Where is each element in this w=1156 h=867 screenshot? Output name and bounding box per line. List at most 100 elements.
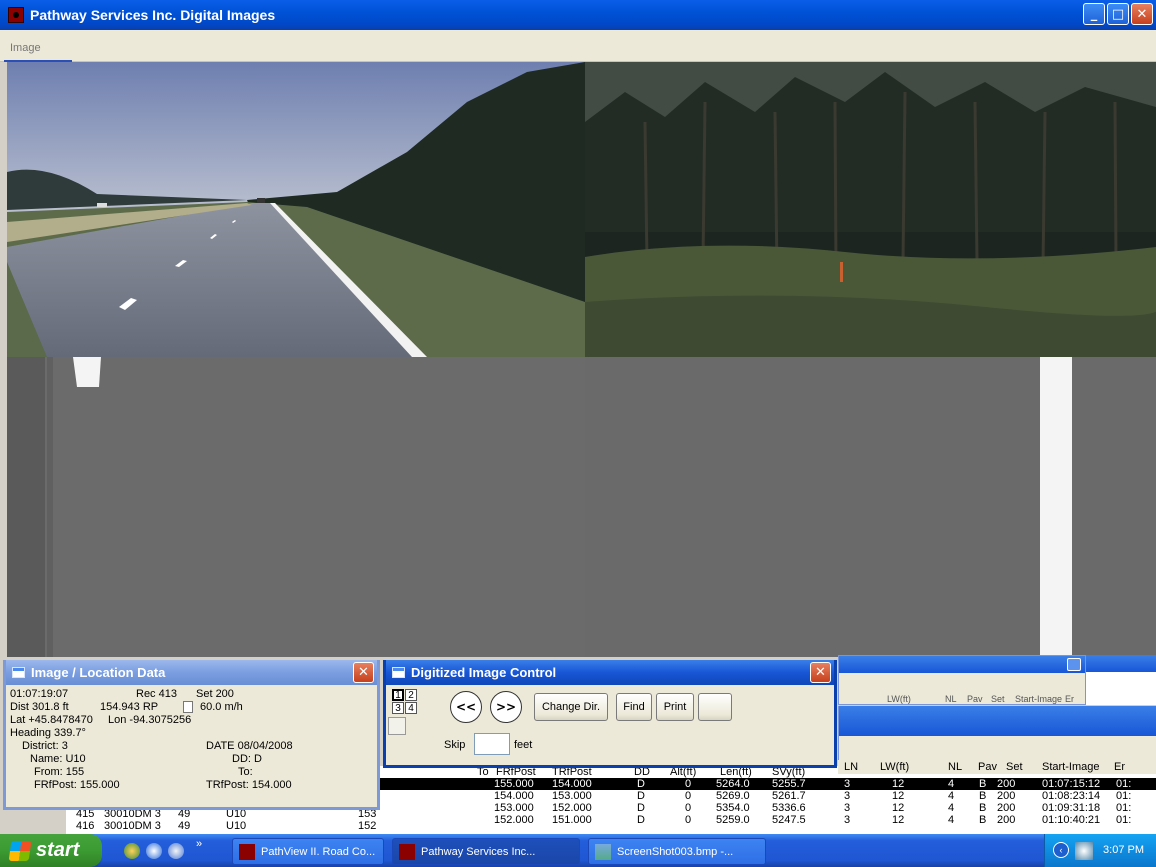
browser-icon[interactable] bbox=[168, 843, 184, 859]
list-item[interactable]: 416 30010DM 3 49 U10 152 bbox=[66, 820, 386, 832]
table-header-right: LN LW(ft) NL Pav Set Start-Image Er bbox=[838, 760, 1156, 774]
cell-svy: 5255.7 bbox=[772, 778, 806, 790]
taskbar: start » PathView II. Road Co... Pathway … bbox=[0, 834, 1156, 867]
tray-expand-icon[interactable]: ‹ bbox=[1053, 842, 1069, 858]
background-table-window bbox=[838, 706, 1156, 766]
skip-label: Skip bbox=[444, 739, 466, 751]
cell-dd: D bbox=[637, 802, 645, 814]
task-screenshot[interactable]: ScreenShot003.bmp -... bbox=[588, 838, 766, 865]
cell-pav: B bbox=[979, 778, 987, 790]
cell-svy: 5247.5 bbox=[772, 814, 806, 826]
print-button[interactable]: Print bbox=[656, 693, 694, 721]
cell-svy: 5261.7 bbox=[772, 790, 806, 802]
heading-value: Heading 339.7° bbox=[10, 727, 86, 739]
side-view-image[interactable] bbox=[585, 62, 1156, 357]
skip-input[interactable] bbox=[474, 733, 510, 755]
cell-trf: 153.000 bbox=[552, 790, 592, 802]
maximize-button[interactable]: □ bbox=[1107, 3, 1129, 25]
change-direction-button[interactable]: Change Dir. bbox=[534, 693, 608, 721]
cell-dd: D bbox=[637, 814, 645, 826]
task-pathview[interactable]: PathView II. Road Co... bbox=[232, 838, 384, 865]
cell-nl: 4 bbox=[948, 778, 955, 790]
cell-alt: 0 bbox=[685, 814, 692, 826]
table-row[interactable]: 152.000 151.000 D 0 5259.0 5247.5 3 12 4… bbox=[380, 814, 1156, 826]
pavement-right-image[interactable] bbox=[585, 357, 1156, 657]
task-label: Pathway Services Inc... bbox=[421, 845, 536, 858]
from-value: From: 155 bbox=[34, 766, 85, 778]
cell-nl: 4 bbox=[948, 790, 955, 802]
bg-col-lw: LW(ft) bbox=[887, 694, 911, 704]
table-row[interactable]: 154.000 153.000 D 0 5269.0 5261.7 3 12 4… bbox=[380, 790, 1156, 802]
record-list[interactable]: 415 30010DM 3 49 U10 153 416 30010DM 3 4… bbox=[66, 808, 386, 834]
cell-frf: 154.000 bbox=[494, 790, 534, 802]
cell-name: U10 bbox=[226, 820, 247, 832]
next-image-button[interactable]: >> bbox=[490, 691, 522, 723]
cell-dd: D bbox=[637, 778, 645, 790]
task-label: ScreenShot003.bmp -... bbox=[617, 845, 734, 858]
window-icon bbox=[392, 667, 405, 678]
camera-4-button[interactable]: 4 bbox=[405, 702, 417, 714]
cell-ln: 3 bbox=[844, 790, 851, 802]
camera-2-button[interactable]: 2 bbox=[405, 689, 417, 701]
pavement-left-image[interactable] bbox=[7, 357, 585, 657]
find-button[interactable]: Find bbox=[616, 693, 652, 721]
table-row[interactable]: 155.000 154.000 D 0 5264.0 5255.7 3 12 4… bbox=[380, 778, 1156, 790]
forward-view-image[interactable] bbox=[7, 62, 585, 357]
time-value: 01:07:19:07 bbox=[10, 688, 69, 700]
control-window-titlebar[interactable]: Digitized Image Control ✕ bbox=[386, 660, 834, 685]
internet-explorer-icon[interactable] bbox=[146, 843, 162, 859]
table-row[interactable]: 153.000 152.000 D 0 5354.0 5336.6 3 12 4… bbox=[380, 802, 1156, 814]
desktop: Pathway Services Inc. Digital Images _ □… bbox=[0, 0, 1156, 867]
image-file-icon bbox=[595, 843, 611, 860]
cell-len: 5259.0 bbox=[716, 814, 750, 826]
name-value: Name: U10 bbox=[30, 753, 86, 765]
camera-3-button[interactable]: 3 bbox=[392, 702, 404, 714]
clock[interactable]: 3:07 PM bbox=[1103, 844, 1144, 856]
cell-pav: B bbox=[979, 814, 987, 826]
control-window-title: Digitized Image Control bbox=[411, 665, 557, 680]
control-window-close-button[interactable]: ✕ bbox=[810, 662, 831, 683]
windows-flag-icon bbox=[8, 840, 32, 861]
background-window-button[interactable] bbox=[1067, 658, 1081, 671]
start-button[interactable]: start bbox=[0, 834, 102, 867]
lat-value: Lat +45.8478470 bbox=[10, 714, 93, 726]
location-window-close-button[interactable]: ✕ bbox=[353, 662, 374, 683]
location-window-titlebar[interactable]: Image / Location Data ✕ bbox=[6, 660, 377, 685]
cell-ln: 3 bbox=[844, 778, 851, 790]
cell-start: 01:07:15:12 bbox=[1042, 778, 1101, 790]
task-label: PathView II. Road Co... bbox=[261, 845, 376, 858]
image-control-window: Digitized Image Control ✕ 1 2 3 4 << >> … bbox=[383, 660, 837, 768]
blank-button[interactable] bbox=[698, 693, 732, 721]
cell-set: 200 bbox=[997, 814, 1016, 826]
cell-svy: 5336.6 bbox=[772, 802, 806, 814]
segment-table[interactable]: To FRfPost TRfPost DD Alt(ft) Len(ft) SV… bbox=[380, 766, 1156, 834]
bg-col-nl: NL bbox=[945, 694, 957, 704]
cell-frf: 155.000 bbox=[494, 778, 534, 790]
cell-lw: 12 bbox=[892, 790, 905, 802]
cell-start: 01:10:40:21 bbox=[1042, 814, 1101, 826]
background-window-right bbox=[1086, 655, 1156, 705]
quicklaunch-more-icon[interactable]: » bbox=[196, 838, 202, 850]
camera-1-button[interactable]: 1 bbox=[392, 689, 404, 701]
system-tray: ‹ 3:07 PM bbox=[1044, 834, 1156, 867]
task-pathway-services[interactable]: Pathway Services Inc... bbox=[392, 838, 580, 865]
camera-extra-button[interactable] bbox=[388, 717, 406, 735]
minimize-button[interactable]: _ bbox=[1083, 3, 1105, 25]
col-set: Set bbox=[1006, 761, 1023, 773]
col-lw: LW(ft) bbox=[880, 761, 910, 773]
menu-image[interactable]: Image bbox=[10, 42, 41, 54]
cell-alt: 0 bbox=[685, 778, 692, 790]
cell-alt: 0 bbox=[685, 790, 692, 802]
previous-image-button[interactable]: << bbox=[450, 691, 482, 723]
cell-frf: 153.000 bbox=[494, 802, 534, 814]
speed-value: 60.0 m/h bbox=[200, 701, 243, 713]
rp-value: 154.943 RP bbox=[100, 701, 159, 713]
cell-lw: 12 bbox=[892, 814, 905, 826]
cell-set: 200 bbox=[997, 802, 1016, 814]
tray-app-icon[interactable] bbox=[1075, 842, 1093, 860]
district-value: District: 3 bbox=[22, 740, 68, 752]
cell-ln: 3 bbox=[844, 814, 851, 826]
rp-checkbox[interactable] bbox=[183, 701, 193, 713]
quicklaunch-icon[interactable] bbox=[124, 843, 140, 859]
close-button[interactable]: ✕ bbox=[1131, 3, 1153, 25]
